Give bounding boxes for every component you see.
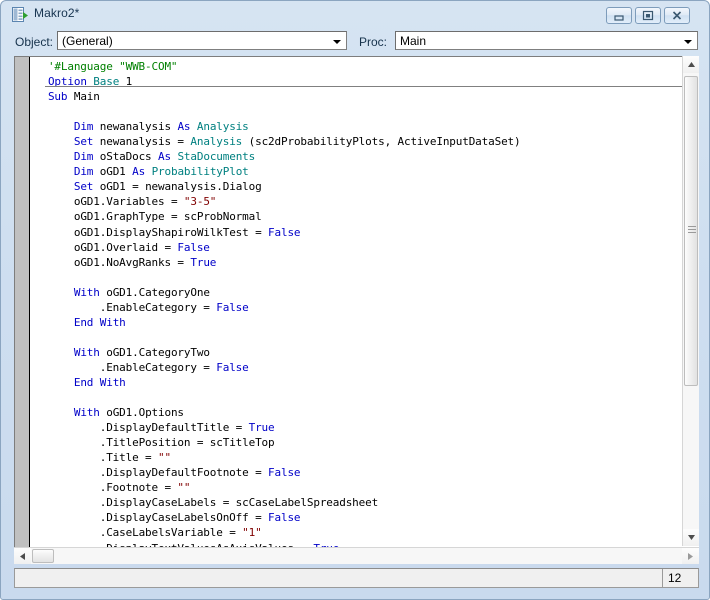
scroll-up-arrow[interactable] bbox=[683, 56, 699, 73]
macro-editor-window: Makro2* Object: Proc: (General) Main '#L… bbox=[0, 0, 710, 600]
editor-gutter bbox=[15, 57, 30, 564]
declaration-separator-rule bbox=[45, 86, 695, 87]
code-text[interactable]: '#Language "WWB-COM" Option Base 1 Sub M… bbox=[35, 59, 521, 564]
close-button[interactable] bbox=[664, 7, 690, 24]
scrollbar-grip-icon bbox=[688, 226, 696, 236]
code-editor[interactable]: '#Language "WWB-COM" Option Base 1 Sub M… bbox=[14, 56, 699, 564]
horizontal-scrollbar[interactable] bbox=[14, 547, 699, 564]
proc-label: Proc: bbox=[359, 35, 388, 49]
macro-script-icon bbox=[12, 7, 29, 23]
maximize-button[interactable] bbox=[635, 7, 661, 24]
chevron-down-icon[interactable] bbox=[333, 40, 341, 44]
scroll-left-arrow[interactable] bbox=[14, 548, 31, 564]
object-dropdown[interactable]: (General) bbox=[57, 31, 347, 50]
status-bar: 12 bbox=[14, 568, 699, 588]
code-surface[interactable]: '#Language "WWB-COM" Option Base 1 Sub M… bbox=[30, 57, 695, 564]
minimize-button[interactable] bbox=[606, 7, 632, 24]
line-number-value: 12 bbox=[668, 571, 682, 585]
window-title: Makro2* bbox=[34, 6, 80, 20]
proc-dropdown-value: Main bbox=[400, 34, 427, 48]
object-dropdown-value: (General) bbox=[62, 34, 113, 48]
object-label: Object: bbox=[15, 35, 54, 49]
scroll-right-arrow[interactable] bbox=[682, 548, 699, 564]
chevron-down-icon[interactable] bbox=[684, 40, 692, 44]
scroll-down-arrow[interactable] bbox=[683, 529, 699, 546]
proc-dropdown[interactable]: Main bbox=[395, 31, 698, 50]
vertical-scrollbar-thumb[interactable] bbox=[684, 76, 698, 386]
vertical-scrollbar[interactable] bbox=[682, 56, 699, 546]
horizontal-scrollbar-thumb[interactable] bbox=[32, 549, 54, 563]
title-bar: Makro2* bbox=[1, 1, 710, 29]
line-number-pane: 12 bbox=[662, 569, 698, 587]
